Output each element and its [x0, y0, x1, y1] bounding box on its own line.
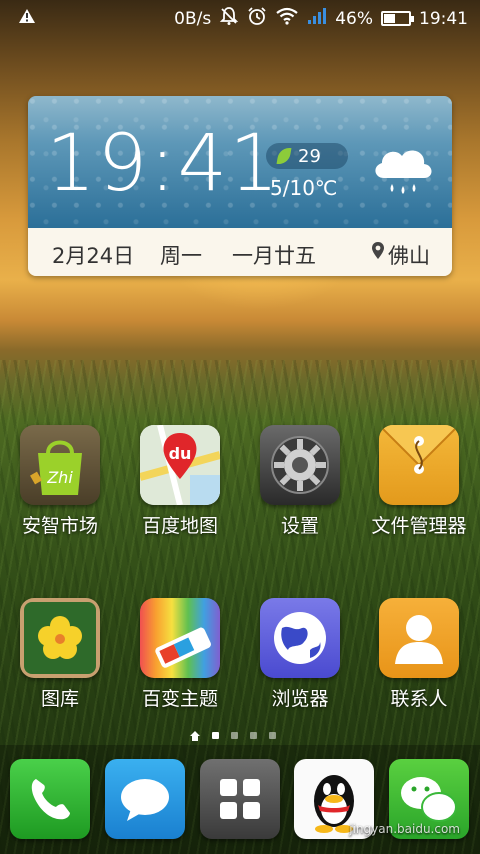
mute-bell-icon [219, 6, 239, 31]
app-label: 文件管理器 [371, 515, 467, 537]
rain-cloud-icon[interactable] [370, 142, 436, 198]
app-drawer-icon[interactable] [200, 759, 280, 839]
widget-clock[interactable]: 19:41 [46, 124, 281, 204]
aqi-value: 29 [298, 145, 321, 167]
location-pin-icon [372, 240, 384, 265]
baidu-map-icon[interactable]: du [140, 425, 220, 505]
wifi-icon [275, 7, 299, 30]
app-contacts[interactable]: 联系人 [364, 598, 474, 711]
weather-clock-widget[interactable]: 19:41 29 5/10℃ 2月24日 周一 一月廿五 佛山 [28, 96, 452, 276]
watermark: jingyan.baidu.com [349, 822, 460, 836]
dock: jingyan.baidu.com [0, 745, 480, 854]
page-dot-1 [212, 732, 219, 739]
app-settings[interactable]: 设置 [245, 425, 355, 538]
app-label: 安智市场 [21, 515, 98, 537]
app-file-manager[interactable]: 文件管理器 [364, 425, 474, 538]
leaf-icon [276, 146, 292, 166]
theme-icon[interactable] [140, 598, 220, 678]
app-anzhi-market[interactable]: Zhi 安智市场 [5, 425, 115, 538]
widget-lunar-date: 一月廿五 [232, 244, 316, 268]
app-label: 联系人 [390, 688, 448, 710]
anzhi-market-icon[interactable]: Zhi [20, 425, 100, 505]
home-icon [190, 726, 200, 745]
app-label: 百度地图 [141, 515, 218, 537]
network-speed: 0B/s [174, 8, 212, 29]
gallery-icon[interactable] [20, 598, 100, 678]
settings-gear-icon[interactable] [260, 425, 340, 505]
file-manager-icon[interactable] [379, 425, 459, 505]
app-label: 百变主题 [141, 688, 218, 710]
phone-icon[interactable] [10, 759, 90, 839]
page-dot-3 [250, 732, 257, 739]
status-time: 19:41 [419, 8, 468, 29]
alarm-icon [247, 6, 267, 31]
browser-icon[interactable] [260, 598, 340, 678]
app-label: 浏览器 [271, 688, 329, 710]
app-baidu-map[interactable]: du 百度地图 [125, 425, 235, 538]
air-quality-badge: 29 [266, 143, 348, 169]
app-label: 设置 [280, 515, 319, 537]
svg-text:du: du [169, 444, 192, 463]
widget-date: 2月24日 [52, 244, 135, 268]
page-dot-4 [269, 732, 276, 739]
app-browser[interactable]: 浏览器 [245, 598, 355, 711]
app-gallery[interactable]: 图库 [5, 598, 115, 711]
app-label: 图库 [40, 688, 79, 710]
app-theme[interactable]: 百变主题 [125, 598, 235, 711]
battery-percent: 46% [335, 8, 373, 29]
page-indicator [190, 726, 276, 745]
widget-weekday: 周一 [160, 244, 202, 268]
signal-icon [307, 7, 327, 30]
contacts-icon[interactable] [379, 598, 459, 678]
page-dot-2 [231, 732, 238, 739]
battery-icon [381, 11, 414, 26]
warning-icon [18, 8, 36, 29]
widget-city[interactable]: 佛山 [388, 240, 430, 270]
messages-icon[interactable] [105, 759, 185, 839]
temperature-range: 5/10℃ [270, 176, 338, 200]
svg-text:Zhi: Zhi [46, 468, 73, 487]
status-bar: 0B/s 46% 19:41 [0, 0, 480, 38]
